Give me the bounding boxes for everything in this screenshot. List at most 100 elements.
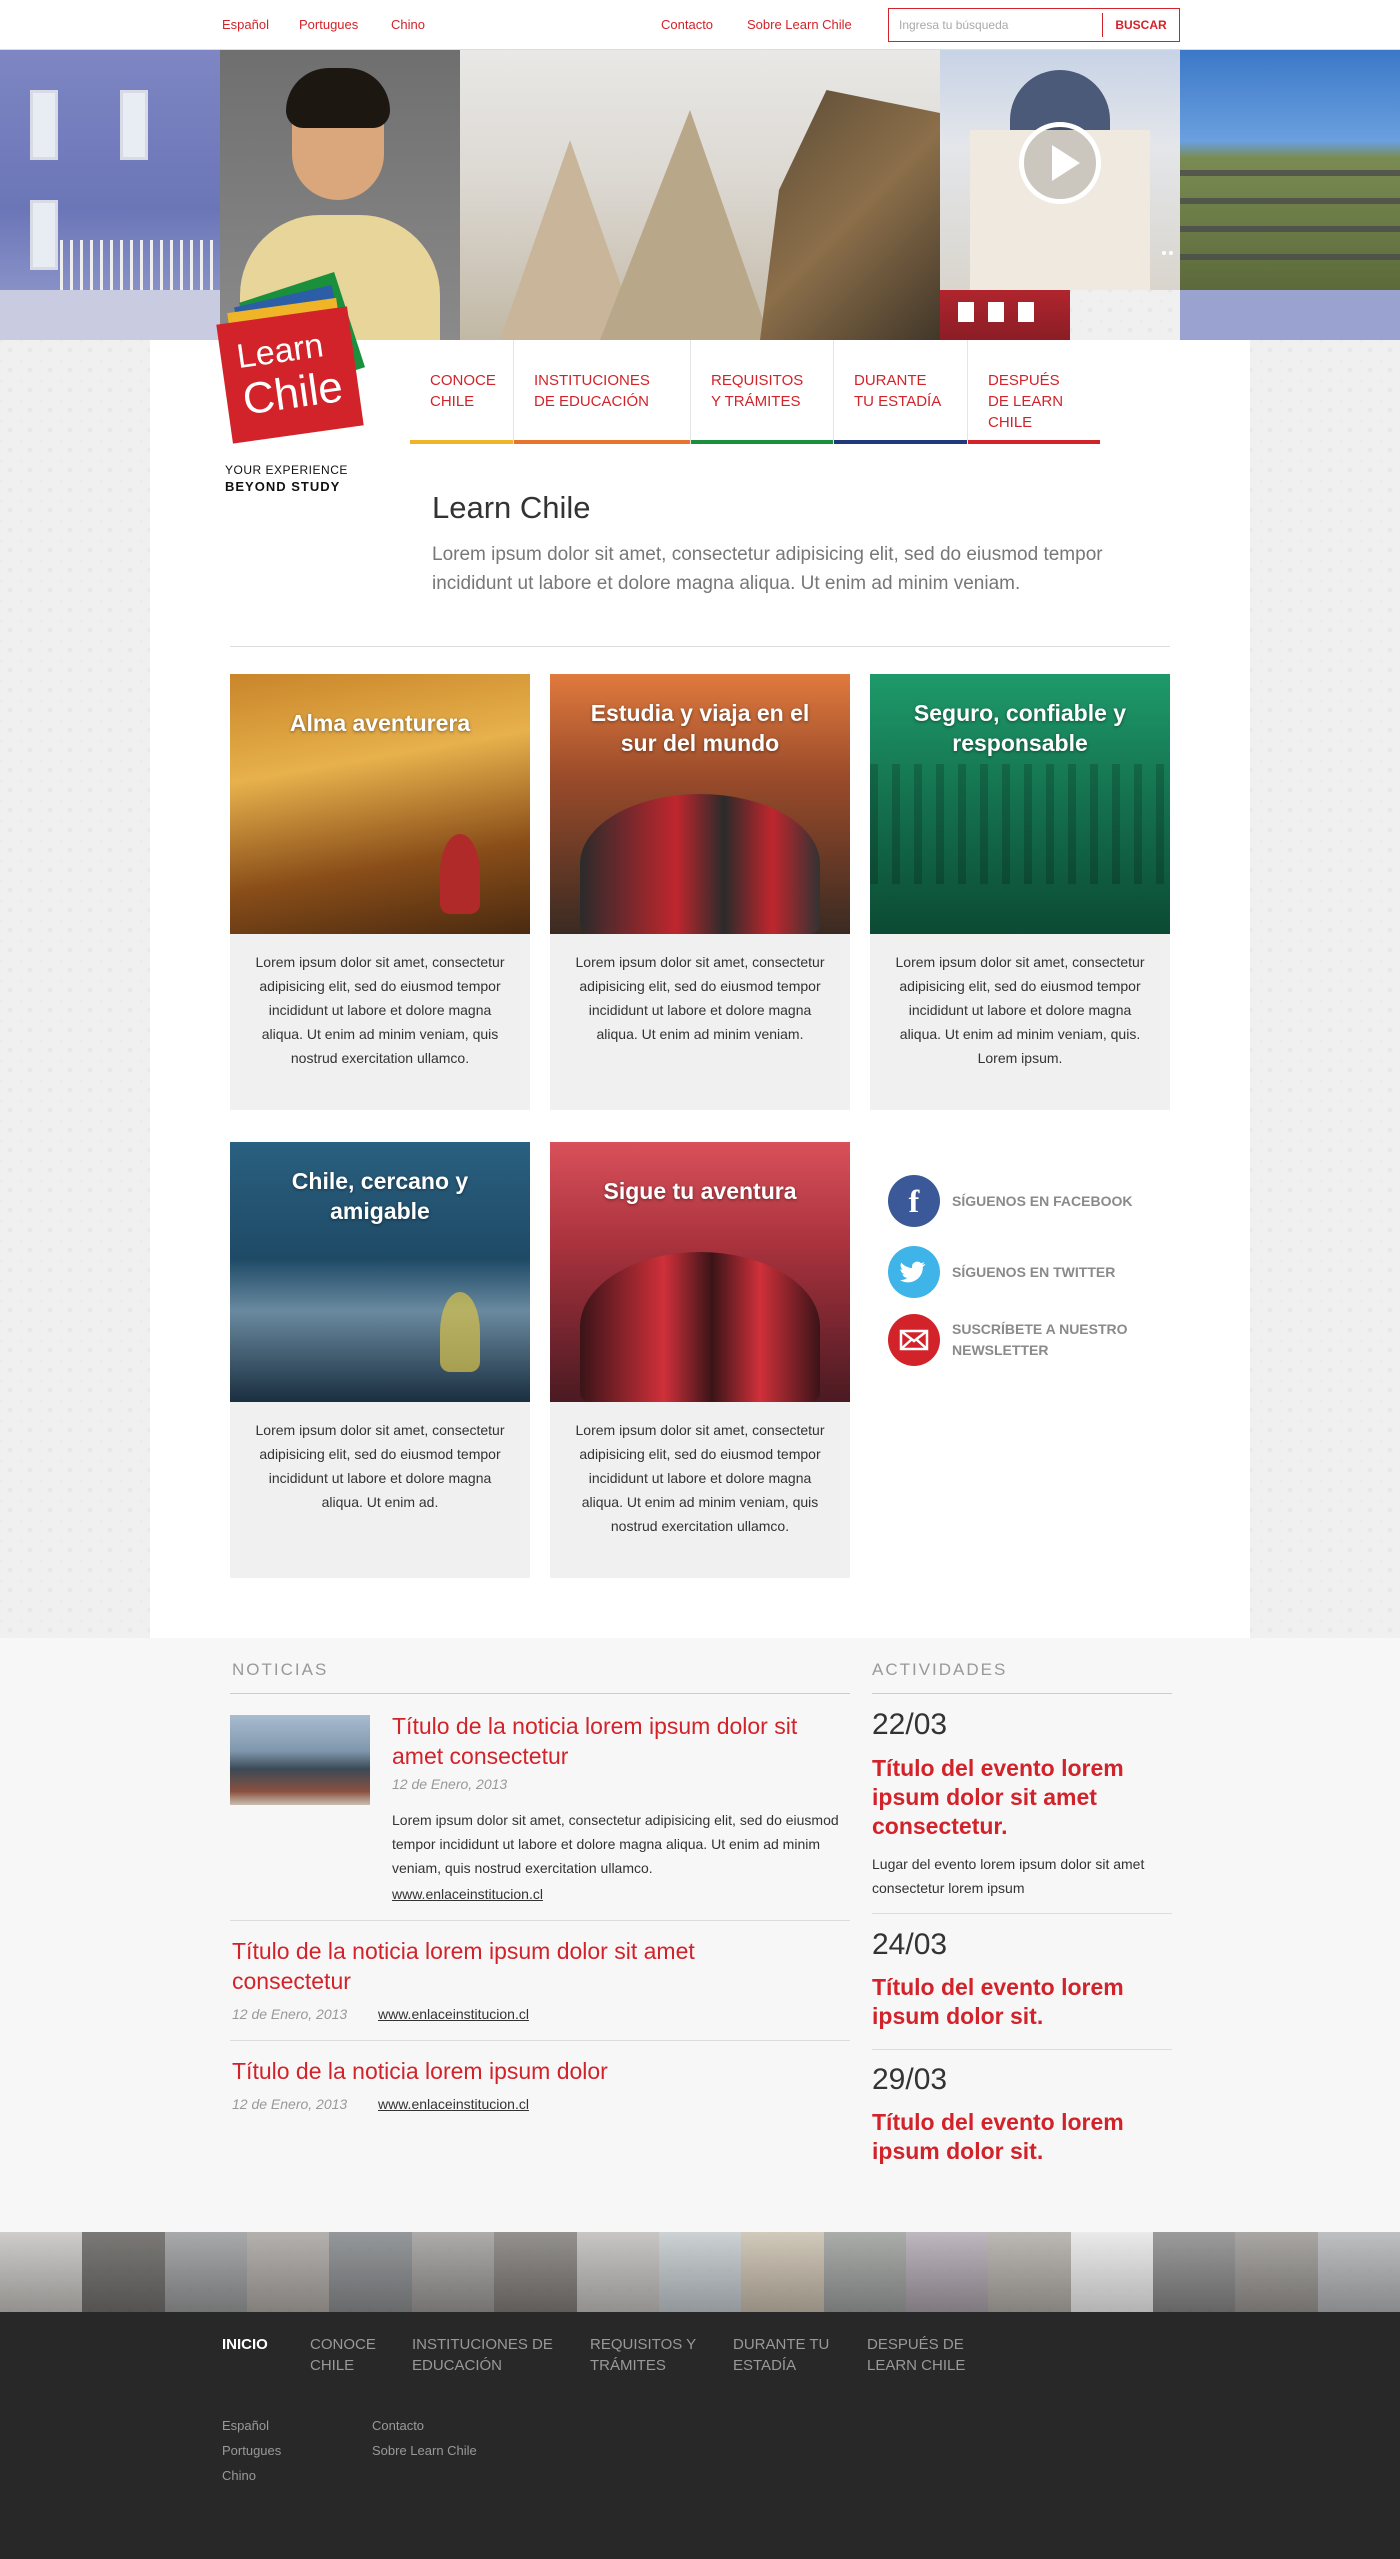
footer-lang-portugues[interactable]: Portugues	[222, 2443, 281, 2458]
news-date: 12 de Enero, 2013	[232, 2096, 348, 2112]
nav-label: REQUISITOS Y TRÁMITES	[711, 372, 804, 410]
news-title[interactable]: Título de la noticia lorem ipsum dolor s…	[392, 1711, 852, 1771]
news-excerpt: Lorem ipsum dolor sit amet, consectetur …	[392, 1812, 839, 1876]
hero-photo-blue-house	[0, 50, 220, 340]
social-label: SUSCRÍBETE A NUESTRO NEWSLETTER	[952, 1321, 1128, 1358]
face-photo	[905, 2232, 989, 2312]
card-image: Alma aventurera	[230, 674, 530, 934]
card-image: Seguro, confiable y responsable	[870, 674, 1170, 934]
card-title: Seguro, confiable y responsable	[913, 700, 1127, 756]
search-box: BUSCAR	[888, 8, 1180, 42]
nav-label: DESPUÉS DE LEARN CHILE	[988, 372, 1064, 431]
card-estudia-viaja[interactable]: Estudia y viaja en el sur del mundo Lore…	[550, 674, 850, 1110]
footer-nav-requisitos[interactable]: REQUISITOS Y TRÁMITES	[590, 2334, 710, 2376]
face-photo	[576, 2232, 659, 2312]
card-text: Lorem ipsum dolor sit amet, consectetur …	[575, 1422, 825, 1534]
news-date: 12 de Enero, 2013	[392, 1776, 508, 1792]
face-photo	[247, 2232, 330, 2312]
card-image: Chile, cercano y amigable	[230, 1142, 530, 1402]
footer-nav-instituciones[interactable]: INSTITUCIONES DE EDUCACIÓN	[412, 2334, 562, 2376]
hero-photo-building	[940, 50, 1180, 290]
face-photo	[0, 2232, 83, 2312]
news-divider	[230, 1920, 850, 1921]
search-input[interactable]	[889, 9, 1101, 41]
activity-date: 29/03	[872, 2063, 948, 2096]
activity-title[interactable]: Título del evento lorem ipsum dolor sit.	[872, 1973, 1172, 2031]
nav-requisitos[interactable]: REQUISITOS Y TRÁMITES	[691, 340, 834, 444]
divider	[230, 646, 1170, 647]
news-heading: NOTICIAS	[232, 1660, 329, 1679]
nav-label: CONOCE CHILE	[430, 372, 496, 410]
card-seguro-confiable[interactable]: Seguro, confiable y responsable Lorem ip…	[870, 674, 1170, 1110]
activities-heading: ACTIVIDADES	[872, 1660, 1008, 1679]
nav-instituciones[interactable]: INSTITUCIONES DE EDUCACIÓN	[514, 340, 691, 444]
card-sigue-aventura[interactable]: Sigue tu aventura Lorem ipsum dolor sit …	[550, 1142, 850, 1578]
intro-text: Lorem ipsum dolor sit amet, consectetur …	[432, 544, 1103, 594]
footer-nav-durante[interactable]: DURANTE TU ESTADÍA	[733, 2334, 843, 2376]
hero-collage	[0, 50, 1400, 340]
facebook-icon: f	[888, 1175, 940, 1227]
activities-heading-line	[872, 1693, 1172, 1694]
news-section: NOTICIAS ACTIVIDADES Título de la notici…	[0, 1638, 1400, 2232]
activity-place: Lugar del evento lorem ipsum dolor sit a…	[872, 1856, 1145, 1896]
face-photo	[1317, 2232, 1400, 2312]
contact-link[interactable]: Contacto	[661, 17, 713, 32]
activity-title[interactable]: Título del evento lorem ipsum dolor sit.	[872, 2108, 1172, 2166]
footer-contact-link[interactable]: Contacto	[372, 2418, 424, 2433]
activity-date: 24/03	[872, 1928, 948, 1961]
activity-title[interactable]: Título del evento lorem ipsum dolor sit …	[872, 1754, 1172, 1841]
nav-despues[interactable]: DESPUÉS DE LEARN CHILE	[968, 340, 1100, 444]
activity-divider	[872, 1913, 1172, 1914]
carousel-dots[interactable]	[1162, 242, 1176, 260]
footer-lang-espanol[interactable]: Español	[222, 2418, 269, 2433]
card-text: Lorem ipsum dolor sit amet, consectetur …	[895, 954, 1145, 1066]
face-photo	[494, 2232, 577, 2312]
card-title: Sigue tu aventura	[603, 1178, 797, 1204]
card-alma-aventurera[interactable]: Alma aventurera Lorem ipsum dolor sit am…	[230, 674, 530, 1110]
about-link[interactable]: Sobre Learn Chile	[747, 17, 852, 32]
top-bar: Español Portugues Chino Contacto Sobre L…	[0, 0, 1400, 50]
face-photo	[988, 2232, 1071, 2312]
footer-nav-inicio[interactable]: INICIO	[222, 2334, 268, 2355]
mail-icon	[888, 1314, 940, 1366]
news-link[interactable]: www.enlaceinstitucion.cl	[378, 2006, 529, 2022]
news-divider	[230, 2040, 850, 2041]
lang-link-espanol[interactable]: Español	[222, 17, 269, 32]
card-title: Estudia y viaja en el sur del mundo	[590, 700, 810, 756]
footer-nav-conoce-chile[interactable]: CONOCE CHILE	[310, 2334, 380, 2376]
lang-link-portugues[interactable]: Portugues	[299, 17, 358, 32]
card-image: Sigue tu aventura	[550, 1142, 850, 1402]
card-text: Lorem ipsum dolor sit amet, consectetur …	[575, 954, 825, 1042]
news-date: 12 de Enero, 2013	[232, 2006, 348, 2022]
activity-date: 22/03	[872, 1708, 948, 1741]
face-photo	[411, 2232, 495, 2312]
lang-link-chino[interactable]: Chino	[391, 17, 425, 32]
footer-nav-despues[interactable]: DESPUÉS DE LEARN CHILE	[867, 2334, 977, 2376]
learn-chile-logo[interactable]: Learn Chile YOUR EXPERIENCE BEYOND STUDY	[216, 271, 380, 515]
logo-tagline-1: YOUR EXPERIENCE	[225, 463, 348, 477]
play-video-icon[interactable]	[1019, 122, 1101, 204]
card-title: Alma aventurera	[289, 710, 471, 736]
nav-label: DURANTE TU ESTADÍA	[854, 372, 942, 410]
card-title: Chile, cercano y amigable	[291, 1168, 469, 1224]
hero-photo-field	[1180, 50, 1400, 290]
social-label: SÍGUENOS EN FACEBOOK	[952, 1193, 1133, 1209]
news-title[interactable]: Título de la noticia lorem ipsum dolor	[232, 2056, 792, 2086]
news-link[interactable]: www.enlaceinstitucion.cl	[378, 2096, 529, 2112]
card-text: Lorem ipsum dolor sit amet, consectetur …	[255, 1422, 505, 1510]
face-photo	[82, 2232, 165, 2312]
footer-lang-chino[interactable]: Chino	[222, 2468, 256, 2483]
nav-conoce-chile[interactable]: CONOCE CHILE	[410, 340, 514, 444]
page-title: Learn Chile	[432, 490, 591, 525]
nav-durante[interactable]: DURANTE TU ESTADÍA	[834, 340, 968, 444]
news-link[interactable]: www.enlaceinstitucion.cl	[392, 1886, 543, 1902]
footer: INICIO CONOCE CHILE INSTITUCIONES DE EDU…	[0, 2312, 1400, 2559]
card-chile-cercano[interactable]: Chile, cercano y amigable Lorem ipsum do…	[230, 1142, 530, 1578]
news-heading-line	[230, 1693, 850, 1694]
footer-about-link[interactable]: Sobre Learn Chile	[372, 2443, 477, 2458]
card-image: Estudia y viaja en el sur del mundo	[550, 674, 850, 934]
search-button[interactable]: BUSCAR	[1103, 9, 1179, 41]
news-title[interactable]: Título de la noticia lorem ipsum dolor s…	[232, 1936, 792, 1996]
card-text: Lorem ipsum dolor sit amet, consectetur …	[255, 954, 505, 1066]
news-thumbnail[interactable]	[230, 1715, 370, 1805]
